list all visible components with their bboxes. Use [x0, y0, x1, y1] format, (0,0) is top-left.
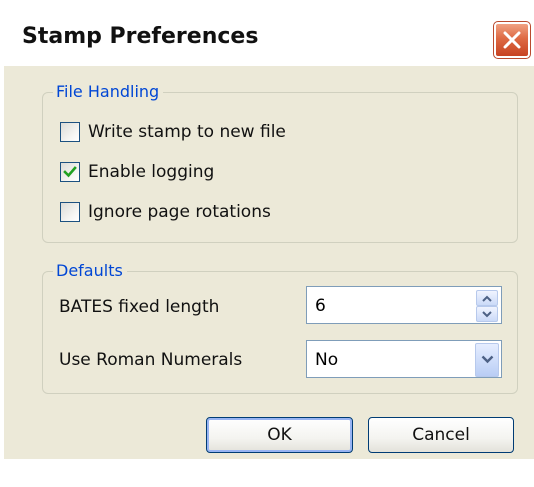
chevron-up-icon: [482, 295, 492, 302]
spin-down-button[interactable]: [476, 306, 498, 322]
ignore-rotations-label: Ignore page rotations: [88, 202, 271, 222]
title-bar[interactable]: Stamp Preferences: [0, 0, 534, 66]
bates-length-spinner[interactable]: 6: [306, 286, 502, 324]
roman-numerals-select[interactable]: No: [306, 340, 502, 378]
stamp-preferences-dialog: Stamp Preferences File Handling Write st…: [0, 0, 534, 487]
enable-logging-label: Enable logging: [88, 162, 215, 182]
chevron-down-icon: [481, 355, 494, 364]
spin-up-button[interactable]: [476, 290, 498, 306]
bates-length-value: 6: [315, 296, 326, 316]
close-button[interactable]: [493, 21, 531, 59]
roman-numerals-value: No: [315, 350, 339, 370]
cancel-button[interactable]: Cancel: [368, 417, 514, 453]
enable-logging-checkbox[interactable]: [60, 162, 80, 182]
enable-logging-option[interactable]: Enable logging: [60, 160, 214, 184]
bottom-border: [0, 459, 534, 487]
dialog-body: File Handling Write stamp to new file En…: [4, 66, 534, 459]
bates-length-label: BATES fixed length: [59, 297, 220, 317]
defaults-legend: Defaults: [53, 262, 127, 280]
write-stamp-option[interactable]: Write stamp to new file: [60, 120, 286, 144]
ignore-rotations-option[interactable]: Ignore page rotations: [60, 200, 271, 224]
ok-button[interactable]: OK: [206, 417, 353, 453]
dialog-title: Stamp Preferences: [22, 24, 259, 49]
ignore-rotations-checkbox[interactable]: [60, 202, 80, 222]
chevron-down-icon: [482, 311, 492, 318]
dropdown-button[interactable]: [475, 343, 499, 377]
write-stamp-checkbox[interactable]: [60, 122, 80, 142]
close-icon: [503, 31, 521, 49]
file-handling-legend: File Handling: [53, 83, 164, 101]
spinner-buttons: [476, 290, 498, 322]
file-handling-group: File Handling Write stamp to new file En…: [42, 83, 518, 243]
write-stamp-label: Write stamp to new file: [88, 122, 286, 142]
checkmark-icon: [63, 166, 77, 178]
roman-numerals-label: Use Roman Numerals: [59, 350, 243, 370]
defaults-group: Defaults BATES fixed length 6 Use Roman …: [42, 262, 518, 394]
